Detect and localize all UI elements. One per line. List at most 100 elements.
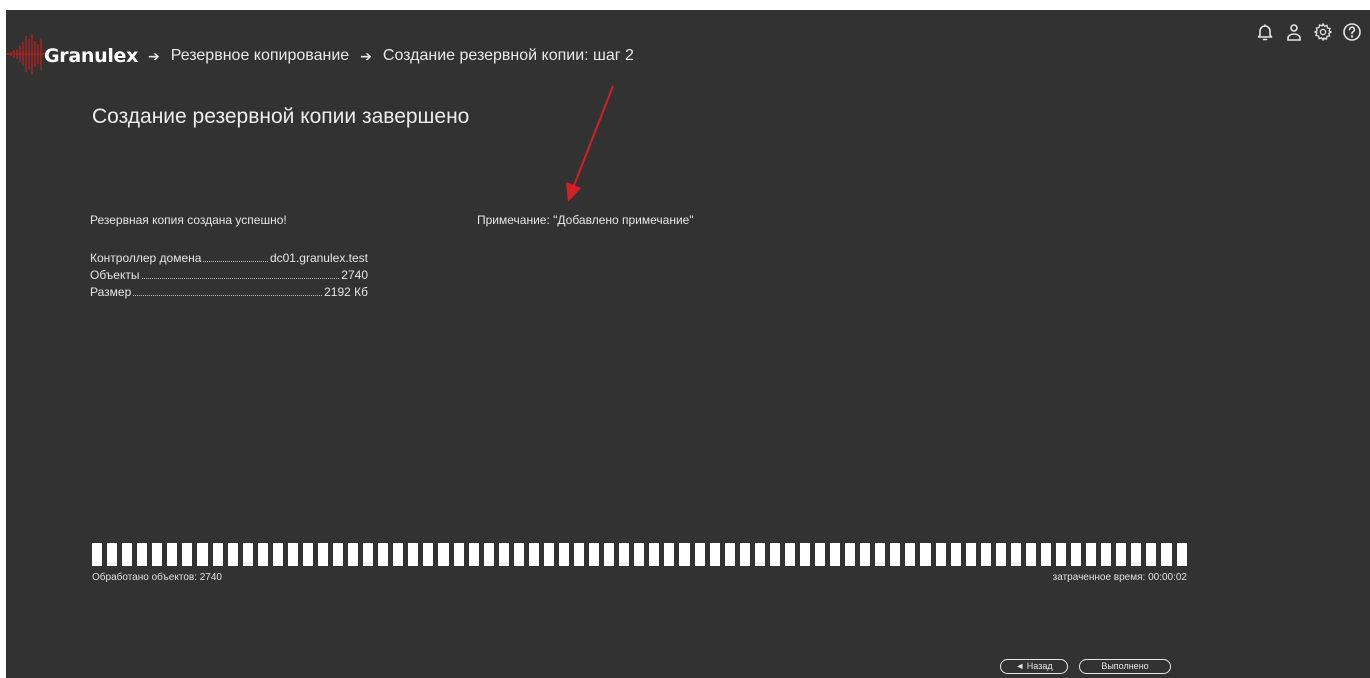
gear-icon[interactable] (1313, 22, 1333, 42)
progress-segment (860, 543, 871, 566)
done-button[interactable]: Выполнено (1079, 659, 1171, 674)
progress-segment (724, 543, 735, 566)
help-icon[interactable] (1342, 22, 1362, 42)
progress-segment (137, 543, 148, 566)
progress-segment (167, 543, 178, 566)
progress-segment (694, 543, 705, 566)
progress-segment (920, 543, 931, 566)
progress-segment (197, 543, 208, 566)
progress-segment (483, 543, 494, 566)
progress-segment (604, 543, 615, 566)
info-row-objects: Объекты 2740 (90, 268, 368, 285)
progress-segment (709, 543, 720, 566)
info-label: Размер (90, 285, 132, 299)
progress-segment (242, 543, 253, 566)
progress-segment (634, 543, 645, 566)
progress-segment (498, 543, 509, 566)
progress-segment (574, 543, 585, 566)
progress-segment (950, 543, 961, 566)
logo: Granulex (6, 30, 146, 90)
header-icons (1255, 22, 1362, 42)
progress-segment (92, 543, 103, 566)
arrow-right-icon: ➔ (360, 47, 372, 64)
page-title: Создание резервной копии завершено (92, 105, 470, 128)
app-window: Granulex ➔ Резервное копирование ➔ Созда… (6, 10, 1370, 678)
elapsed-time: затраченное время: 00:00:02 (1052, 572, 1187, 583)
progress-segment (935, 543, 946, 566)
progress-segment (664, 543, 675, 566)
progress-segment (890, 543, 901, 566)
breadcrumb-item-current: Создание резервной копии: шаг 2 (382, 47, 634, 64)
progress-segment (769, 543, 780, 566)
progress-segment (1025, 543, 1036, 566)
progress-segment (815, 543, 826, 566)
progress-segment (589, 543, 600, 566)
progress-segment (679, 543, 690, 566)
breadcrumb-item-backup[interactable]: Резервное копирование (171, 47, 349, 65)
progress-segment (468, 543, 479, 566)
progress-segment (619, 543, 630, 566)
progress-segment (799, 543, 810, 566)
info-row-size: Размер 2192 Кб (90, 285, 368, 302)
progress-segment (182, 543, 193, 566)
progress-segment (1040, 543, 1051, 566)
processed-count: Обработано объектов: 2740 (92, 572, 222, 583)
progress-segment (408, 543, 419, 566)
progress-segment (438, 543, 449, 566)
info-value: 2740 (341, 268, 368, 282)
progress-segment (980, 543, 991, 566)
progress-segment (965, 543, 976, 566)
progress-segment (1056, 543, 1067, 566)
progress-segment (1161, 543, 1172, 566)
soundwave-logo-icon (6, 34, 46, 74)
progress-segment (212, 543, 223, 566)
progress-segment (333, 543, 344, 566)
progress-segment (393, 543, 404, 566)
info-value: 2192 Кб (324, 285, 368, 299)
back-button[interactable]: ◄ Назад (1000, 659, 1068, 674)
progress-segment (423, 543, 434, 566)
progress-segment (558, 543, 569, 566)
progress-segment (152, 543, 163, 566)
progress-bar (92, 543, 1187, 566)
progress-segment (995, 543, 1006, 566)
progress-segment (875, 543, 886, 566)
bell-icon[interactable] (1255, 22, 1275, 42)
progress-segment (348, 543, 359, 566)
info-label: Объекты (90, 268, 140, 282)
info-label: Контроллер домена (90, 251, 202, 265)
progress-segment (1176, 543, 1187, 566)
progress-segment (1131, 543, 1142, 566)
progress-segment (649, 543, 660, 566)
progress-segment (1010, 543, 1021, 566)
info-row-domain-controller: Контроллер домена dc01.granulex.test (90, 251, 368, 268)
red-annotation-arrow (566, 85, 614, 202)
progress-segment (272, 543, 283, 566)
success-message: Резервная копия создана успешно! (90, 213, 287, 227)
progress-segment (845, 543, 856, 566)
progress-segment (905, 543, 916, 566)
info-value: dc01.granulex.test (269, 251, 368, 265)
backup-info: Контроллер домена dc01.granulex.test Объ… (90, 251, 368, 302)
progress-segment (754, 543, 765, 566)
progress-segment (317, 543, 328, 566)
breadcrumb: ➔ Резервное копирование ➔ Создание резер… (137, 47, 634, 65)
progress-segment (227, 543, 238, 566)
progress-segment (302, 543, 313, 566)
note-text: Примечание: "Добавлено примечание" (477, 213, 694, 227)
progress-segment (257, 543, 268, 566)
user-icon[interactable] (1284, 22, 1304, 42)
progress-segment (287, 543, 298, 566)
arrow-right-icon: ➔ (148, 47, 160, 64)
logo-text: Granulex (44, 45, 139, 67)
progress-segment (1086, 543, 1097, 566)
progress-segment (107, 543, 118, 566)
progress-segment (784, 543, 795, 566)
progress-segment (513, 543, 524, 566)
progress-segment (528, 543, 539, 566)
progress-segment (453, 543, 464, 566)
progress-segment (830, 543, 841, 566)
progress-segment (543, 543, 554, 566)
progress-segment (1146, 543, 1157, 566)
progress-segment (739, 543, 750, 566)
